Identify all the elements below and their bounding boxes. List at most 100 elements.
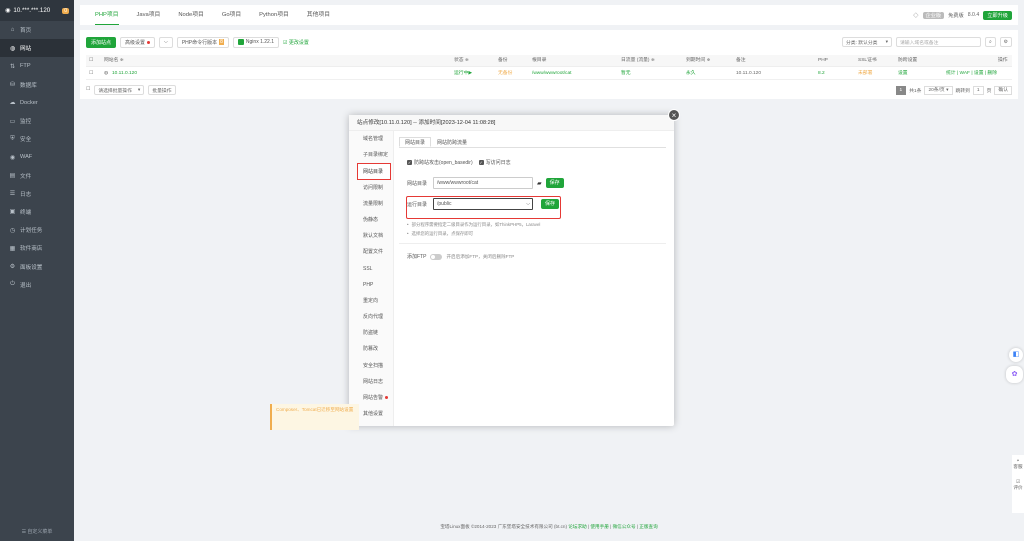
modal-nav-item[interactable]: 伪静态 bbox=[349, 212, 393, 228]
chat-icon[interactable]: ◧ bbox=[1009, 348, 1023, 362]
site-dir-input[interactable]: /www/wwwroot/cat bbox=[433, 177, 533, 189]
sidebar-item[interactable]: ⛁ 数据库 bbox=[0, 76, 74, 94]
service-label[interactable]: 客服 bbox=[1012, 464, 1024, 470]
page-size-select[interactable]: 20条/页 ▾ bbox=[924, 85, 953, 95]
footer-checkbox[interactable]: ☐ bbox=[86, 84, 90, 96]
modal-nav-item[interactable]: 默认文档 bbox=[349, 228, 393, 244]
sidebar-item[interactable]: ⛨ 安全 bbox=[0, 130, 74, 148]
sidebar-item[interactable]: ◷ 计划任务 bbox=[0, 221, 74, 239]
guard-link[interactable]: 设置 bbox=[898, 68, 908, 80]
change-settings-link[interactable]: ☑ 更改设置 bbox=[283, 39, 309, 46]
sidebar-item[interactable]: ☰ 日志 bbox=[0, 185, 74, 203]
tab-go-project[interactable]: Go项目 bbox=[222, 5, 241, 25]
col-site-name[interactable]: 网站名 ≑ bbox=[104, 55, 124, 67]
col-traffic[interactable]: 日流量 (流量) ≑ bbox=[621, 55, 655, 67]
batch-select-label: 请选择批量操作 bbox=[98, 88, 132, 94]
sidebar-item[interactable]: ▣ 终端 bbox=[0, 203, 74, 221]
footer-link-manual[interactable]: 使用手册 bbox=[590, 524, 608, 529]
search-button[interactable]: ⌕ bbox=[985, 37, 996, 47]
more-dropdown[interactable]: ⌵ bbox=[159, 36, 173, 48]
notification-badge[interactable]: 0 bbox=[62, 7, 69, 14]
upgrade-button[interactable]: 立即升级 bbox=[983, 10, 1012, 20]
tab-traffic[interactable]: 网站防跨流量 bbox=[431, 137, 473, 147]
tab-python-project[interactable]: Python项目 bbox=[259, 5, 289, 25]
check-icon: ✓ bbox=[478, 160, 484, 165]
batch-select[interactable]: 请选择批量操作 ▾ bbox=[94, 85, 145, 95]
sidebar-item[interactable]: ⚙ 面板设置 bbox=[0, 257, 74, 275]
modal-nav-item[interactable]: 网站日志 bbox=[349, 374, 393, 390]
globe-icon: ◍ bbox=[9, 45, 16, 52]
expire-link[interactable]: 永久 bbox=[686, 68, 696, 80]
modal-nav-item[interactable]: 重定向 bbox=[349, 293, 393, 309]
custom-menu-button[interactable]: ☰ 自定义菜单 bbox=[0, 528, 74, 535]
sidebar-item[interactable]: ☁ Docker bbox=[0, 94, 74, 112]
sidebar-item[interactable]: ▦ 软件商店 bbox=[0, 239, 74, 257]
add-site-button[interactable]: 添加站点 bbox=[86, 36, 117, 48]
footer-link-wechat[interactable]: 微信公众号 bbox=[613, 524, 636, 529]
access-log-checkbox[interactable]: ✓ 写访问日志 bbox=[478, 159, 511, 166]
server-header[interactable]: ◉ 10.***.***.120 0 bbox=[0, 0, 74, 21]
traffic-value[interactable]: 暂无 bbox=[621, 68, 631, 80]
sidebar-item[interactable]: ⏻ 退出 bbox=[0, 276, 74, 294]
modal-nav-label: 防篡改 bbox=[363, 346, 379, 353]
site-dir-row: 网站目录 /www/wwwroot/cat ▰ 保存 bbox=[407, 177, 564, 189]
open-basedir-checkbox[interactable]: ✓ 防跨站攻击(open_basedir) bbox=[407, 159, 473, 166]
tab-other-project[interactable]: 其他项目 bbox=[307, 5, 330, 25]
col-status[interactable]: 状态 ≑ bbox=[454, 55, 469, 67]
sidebar-item[interactable]: ◉ WAF bbox=[0, 148, 74, 166]
assistant-icon[interactable]: ✿ bbox=[1006, 366, 1023, 383]
sidebar-item[interactable]: ▭ 监控 bbox=[0, 112, 74, 130]
folder-icon[interactable]: ▰ bbox=[537, 180, 542, 187]
modal-nav-item[interactable]: PHP bbox=[349, 277, 393, 293]
note-value[interactable]: 10.11.0.120 bbox=[736, 68, 761, 80]
tab-node-project[interactable]: Node项目 bbox=[178, 5, 203, 25]
settings-button[interactable]: ⚙ bbox=[999, 37, 1012, 47]
php-version-link[interactable]: 8.2 bbox=[818, 68, 825, 80]
tab-site-directory[interactable]: 网站目录 bbox=[399, 137, 432, 147]
sidebar-item[interactable]: ◍ 网站 bbox=[0, 39, 74, 58]
page-current[interactable]: 1 bbox=[895, 85, 907, 95]
modal-nav-item[interactable]: 防篡改 bbox=[349, 341, 393, 357]
site-dir-save-button[interactable]: 保存 bbox=[545, 178, 564, 188]
search-input[interactable]: 请输入域名或备注 bbox=[896, 37, 981, 47]
modal-nav-item[interactable]: 子目录绑定 bbox=[349, 147, 393, 163]
ftp-toggle[interactable] bbox=[430, 253, 443, 260]
modal-nav-item[interactable]: 网站目录 bbox=[357, 163, 391, 180]
modal-nav-item[interactable]: 配置文件 bbox=[349, 244, 393, 260]
modal-nav-item[interactable]: 流量限制 bbox=[349, 196, 393, 212]
modal-nav-item[interactable]: 安全扫描 bbox=[349, 358, 393, 374]
category-select[interactable]: 分类: 默认分类 ▾ bbox=[842, 37, 892, 47]
pro-badge[interactable]: 企业版 bbox=[922, 11, 945, 19]
tab-php-project[interactable]: PHP项目 bbox=[95, 5, 119, 25]
project-tabs-bar: PHP项目 Java项目 Node项目 Go项目 Python项目 其他项目 ◇… bbox=[80, 5, 1018, 25]
root-link[interactable]: /www/wwwroot/cat bbox=[532, 68, 571, 80]
modal-nav-item[interactable]: SSL bbox=[349, 261, 393, 277]
modal-nav-item[interactable]: 域名管理 bbox=[349, 131, 393, 147]
ssl-link[interactable]: 未部署 bbox=[858, 68, 872, 80]
row-actions[interactable]: 统计 | WAF | 设置 | 删除 bbox=[946, 68, 997, 80]
review-label[interactable]: 评价 bbox=[1012, 485, 1024, 491]
jump-page-input[interactable]: 1 bbox=[972, 85, 984, 95]
modal-nav-item[interactable]: 反向代理 bbox=[349, 309, 393, 325]
footer-link-forum[interactable]: 论坛求助 bbox=[568, 524, 586, 529]
tab-java-project[interactable]: Java项目 bbox=[137, 5, 161, 25]
batch-action-button[interactable]: 批量操作 bbox=[148, 85, 176, 95]
nginx-button[interactable]: Nginx 1.22.1 bbox=[232, 36, 279, 48]
col-expire[interactable]: 到期时间 ≑ bbox=[686, 55, 711, 67]
advanced-settings-button[interactable]: 高级设置 bbox=[120, 36, 156, 48]
close-icon[interactable]: × bbox=[668, 109, 680, 121]
status-toggle[interactable]: 运行中▶ bbox=[454, 68, 472, 80]
sidebar-item[interactable]: ⌂ 首页 bbox=[0, 21, 74, 39]
backup-link[interactable]: 无备份 bbox=[498, 68, 512, 80]
jump-confirm-button[interactable]: 确认 bbox=[994, 85, 1012, 95]
sidebar-item[interactable]: ▤ 文件 bbox=[0, 167, 74, 185]
select-all-checkbox[interactable]: ☐ bbox=[89, 55, 93, 67]
modal-nav-item[interactable]: 访问限制 bbox=[349, 180, 393, 196]
row-checkbox[interactable]: ☐ bbox=[89, 68, 93, 80]
modal-nav-item[interactable]: 防盗链 bbox=[349, 325, 393, 341]
table-row: ☐ ◍ 10.11.0.120 运行中▶ 无备份 /www/wwwroot/ca… bbox=[86, 68, 1012, 80]
sidebar-item[interactable]: ⇅ FTP bbox=[0, 57, 74, 75]
footer-link-verify[interactable]: 正版查询 bbox=[639, 524, 657, 529]
php-cli-version-button[interactable]: PHP命令行版本 8 bbox=[176, 36, 229, 48]
site-name-link[interactable]: 10.11.0.120 bbox=[112, 68, 137, 80]
